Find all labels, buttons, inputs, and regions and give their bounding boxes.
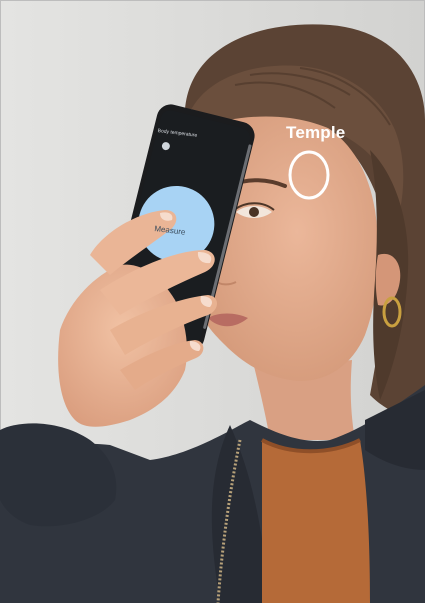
temple-callout-label: Temple [286,123,346,142]
shirt [262,440,370,603]
iris [249,207,259,217]
photo-frame: Body temperature Measure Temple [0,0,425,603]
scene-photo [0,0,425,603]
